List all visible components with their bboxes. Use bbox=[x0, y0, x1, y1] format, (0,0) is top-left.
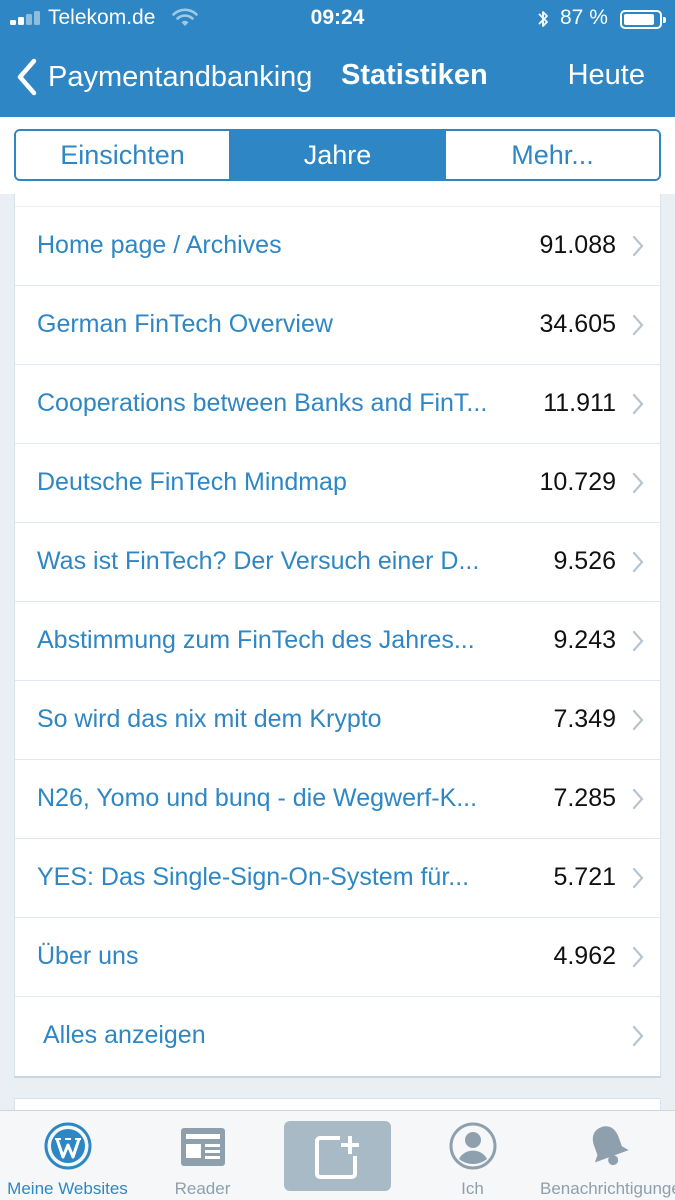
list-item-title: Abstimmung zum FinTech des Jahres... bbox=[37, 626, 475, 654]
chevron-right-icon bbox=[632, 551, 644, 573]
segment-insights[interactable]: Einsichten bbox=[16, 131, 229, 179]
list-item[interactable]: So wird das nix mit dem Krypto 7.349 bbox=[15, 681, 660, 760]
tab-notifications[interactable]: Benachrichtigungen bbox=[540, 1111, 675, 1200]
chevron-right-icon bbox=[632, 235, 644, 257]
list-item-title: Deutsche FinTech Mindmap bbox=[37, 468, 347, 496]
tab-label: Ich bbox=[461, 1179, 484, 1198]
list-item-views: 7.349 bbox=[553, 705, 616, 733]
tab-bar: Meine Websites Reader Ich Benachrichtigu… bbox=[0, 1110, 675, 1200]
chevron-right-icon bbox=[632, 788, 644, 810]
list-item[interactable]: N26, Yomo und bunq - die Wegwerf-K... 7.… bbox=[15, 760, 660, 839]
tab-label: Reader bbox=[174, 1179, 231, 1198]
list-item[interactable]: Home page / Archives 91.088 bbox=[15, 207, 660, 286]
list-item[interactable]: YES: Das Single-Sign-On-System für... 5.… bbox=[15, 839, 660, 918]
list-item-views: 5.721 bbox=[553, 863, 616, 891]
list-item[interactable]: Was ist FinTech? Der Versuch einer D... … bbox=[15, 523, 660, 602]
tab-me[interactable]: Ich bbox=[405, 1111, 540, 1200]
chevron-right-icon bbox=[632, 472, 644, 494]
segmented-control-container: Einsichten Jahre Mehr... bbox=[0, 117, 675, 194]
bell-icon bbox=[592, 1126, 629, 1166]
chevron-right-icon bbox=[632, 630, 644, 652]
chevron-right-icon bbox=[632, 946, 644, 968]
list-item[interactable]: Abstimmung zum FinTech des Jahres... 9.2… bbox=[15, 602, 660, 681]
segment-years[interactable]: Jahre bbox=[229, 131, 444, 179]
chevron-right-icon bbox=[632, 314, 644, 336]
list-item-title: So wird das nix mit dem Krypto bbox=[37, 705, 382, 733]
list-item-title: Cooperations between Banks and FinT... bbox=[37, 389, 488, 417]
chevron-right-icon bbox=[632, 1025, 644, 1047]
list-item[interactable]: German FinTech Overview 34.605 bbox=[15, 286, 660, 365]
tab-my-sites[interactable]: Meine Websites bbox=[0, 1111, 135, 1200]
page-title: Statistiken bbox=[341, 59, 488, 91]
profile-icon bbox=[449, 1122, 496, 1170]
battery-icon bbox=[620, 10, 666, 29]
today-button[interactable]: Heute bbox=[568, 59, 645, 92]
back-button-label: Paymentandbanking bbox=[48, 60, 313, 93]
period-segmented-control: Einsichten Jahre Mehr... bbox=[14, 129, 661, 181]
list-item-views: 4.962 bbox=[553, 942, 616, 970]
list-item-title: Über uns bbox=[37, 942, 139, 970]
list-item[interactable]: Deutsche FinTech Mindmap 10.729 bbox=[15, 444, 660, 523]
list-item[interactable]: Über uns 4.962 bbox=[15, 918, 660, 997]
wordpress-icon bbox=[44, 1122, 91, 1170]
battery-percent: 87 % bbox=[560, 6, 608, 29]
list-item-title: Home page / Archives bbox=[37, 231, 282, 259]
list-item[interactable]: Cooperations between Banks and FinT... 1… bbox=[15, 365, 660, 444]
list-item-views: 9.526 bbox=[553, 547, 616, 575]
list-item-views: 10.729 bbox=[539, 468, 616, 496]
back-button[interactable]: Paymentandbanking bbox=[14, 55, 312, 99]
navigation-bar: Paymentandbanking Statistiken Heute bbox=[0, 40, 675, 117]
show-all-row[interactable]: Alles anzeigen bbox=[15, 997, 660, 1076]
chevron-left-icon bbox=[17, 58, 37, 96]
list-item-title: YES: Das Single-Sign-On-System für... bbox=[37, 863, 470, 891]
list-item-title: German FinTech Overview bbox=[37, 310, 333, 338]
list-item-title: N26, Yomo und bunq - die Wegwerf-K... bbox=[37, 784, 478, 812]
new-post-icon bbox=[315, 1136, 359, 1179]
status-bar: Telekom.de 09:24 87 % bbox=[0, 0, 675, 38]
app-header: Telekom.de 09:24 87 % Paymentandbanking … bbox=[0, 0, 675, 117]
tab-label: Benachrichtigungen bbox=[540, 1179, 675, 1198]
chevron-right-icon bbox=[632, 393, 644, 415]
posts-pages-card: Home page / Archives 91.088 German FinTe… bbox=[14, 194, 661, 1078]
tab-label: Meine Websites bbox=[7, 1179, 128, 1198]
list-item-views: 7.285 bbox=[553, 784, 616, 812]
reader-icon bbox=[180, 1128, 225, 1166]
list-item-views: 9.243 bbox=[553, 626, 616, 654]
chevron-right-icon bbox=[632, 709, 644, 731]
new-post-button[interactable] bbox=[284, 1121, 391, 1191]
segment-more[interactable]: Mehr... bbox=[444, 131, 659, 179]
list-item-views: 34.605 bbox=[539, 310, 616, 338]
chevron-right-icon bbox=[632, 867, 644, 889]
tab-reader[interactable]: Reader bbox=[135, 1111, 270, 1200]
list-item-title: Was ist FinTech? Der Versuch einer D... bbox=[37, 547, 480, 575]
bluetooth-icon bbox=[538, 11, 548, 27]
list-item-views: 91.088 bbox=[539, 231, 616, 259]
show-all-label: Alles anzeigen bbox=[43, 1021, 206, 1049]
list-item-views: 11.911 bbox=[543, 389, 616, 417]
